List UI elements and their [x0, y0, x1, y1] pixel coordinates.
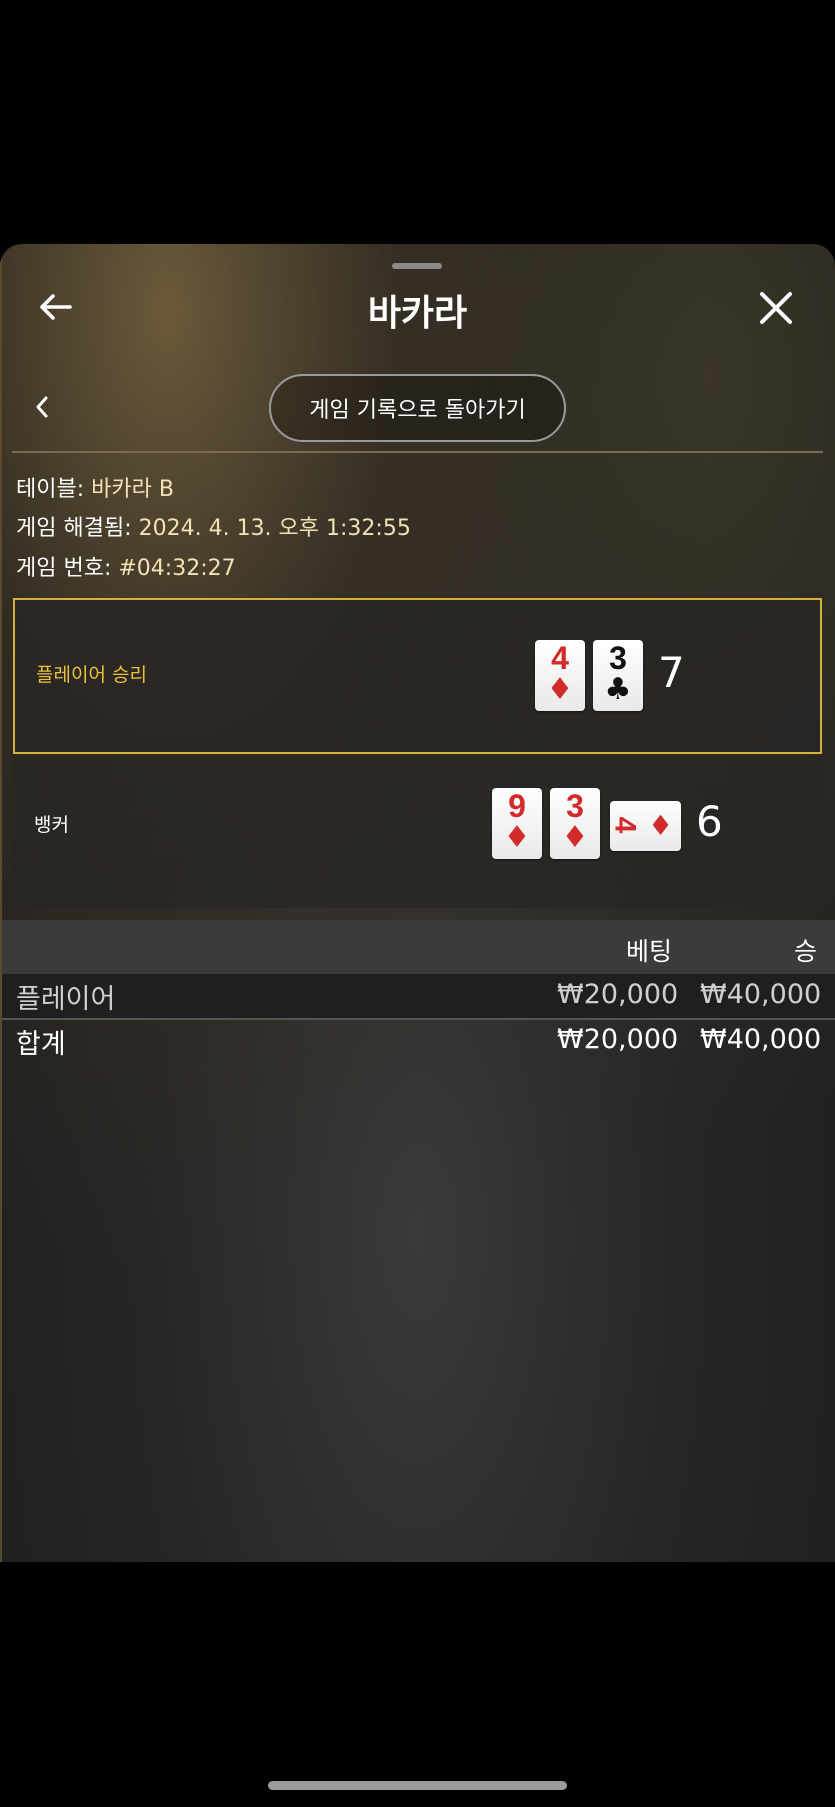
- resolved-info: 게임 해결됨: 2024. 4. 13. 오후 1:32:55: [16, 510, 411, 542]
- card-rank: 3: [566, 788, 584, 824]
- chevron-left-icon[interactable]: [30, 392, 54, 422]
- home-indicator[interactable]: [268, 1781, 567, 1790]
- table-row-total: 합계 ₩20,000 ₩40,000: [2, 1020, 835, 1066]
- win-amount: ₩40,000: [700, 979, 822, 1010]
- bet-name: 플레이어: [16, 984, 116, 1015]
- banker-result: 뱅커 9 ♦ 3 ♦ 4 ♦ 6: [13, 755, 822, 908]
- sheet-edge: [0, 244, 2, 1562]
- card-rank: 4: [608, 816, 642, 834]
- playing-card-rotated: 4 ♦: [608, 801, 681, 851]
- card-rank: 3: [609, 640, 627, 676]
- banker-score: 6: [696, 797, 723, 846]
- game-number-label: 게임 번호:: [16, 556, 119, 581]
- resolved-value: 2024. 4. 13. 오후 1:32:55: [138, 516, 411, 541]
- game-number-info: 게임 번호: #04:32:27: [16, 550, 236, 582]
- sheet-grabber[interactable]: [392, 263, 442, 269]
- playing-card: 9 ♦: [492, 788, 542, 859]
- total-win: ₩40,000: [700, 1024, 822, 1055]
- card-rank: 9: [508, 788, 526, 824]
- club-icon: ♣: [604, 672, 632, 707]
- table-info: 테이블: 바카라 B: [16, 471, 174, 503]
- diamond-icon: ♦: [546, 672, 574, 707]
- game-number-value: #04:32:27: [118, 556, 236, 581]
- total-bet: ₩20,000: [557, 1024, 679, 1055]
- diamond-icon: ♦: [503, 820, 531, 855]
- table-value: 바카라 B: [91, 477, 174, 502]
- bet-amount: ₩20,000: [557, 979, 679, 1010]
- close-icon[interactable]: [756, 288, 796, 328]
- playing-card: 3 ♦: [550, 788, 600, 859]
- playing-card: 4 ♦: [535, 640, 585, 711]
- total-label: 합계: [16, 1029, 66, 1060]
- column-bet: 베팅: [626, 937, 673, 966]
- game-detail-sheet: 바카라 게임 기록으로 돌아가기 테이블: 바카라 B 게임 해결됨: 2024…: [0, 244, 835, 1562]
- table-row: 플레이어 ₩20,000 ₩40,000: [2, 974, 835, 1018]
- divider: [12, 451, 823, 453]
- player-score: 7: [658, 648, 685, 697]
- table-label: 테이블:: [16, 477, 92, 502]
- back-to-history-button[interactable]: 게임 기록으로 돌아가기: [269, 374, 566, 442]
- banker-label: 뱅커: [34, 814, 69, 836]
- diamond-icon: ♦: [561, 820, 589, 855]
- player-result: 플레이어 승리 4 ♦ 3 ♣ 7: [13, 598, 822, 754]
- page-title: 바카라: [367, 293, 468, 334]
- playing-card: 3 ♣: [593, 640, 643, 711]
- resolved-label: 게임 해결됨:: [16, 516, 139, 541]
- bets-table-header: 베팅 승: [2, 920, 835, 974]
- player-win-label: 플레이어 승리: [36, 664, 147, 686]
- diamond-icon: ♦: [648, 809, 674, 842]
- card-rank: 4: [551, 640, 569, 676]
- column-win: 승: [794, 937, 818, 966]
